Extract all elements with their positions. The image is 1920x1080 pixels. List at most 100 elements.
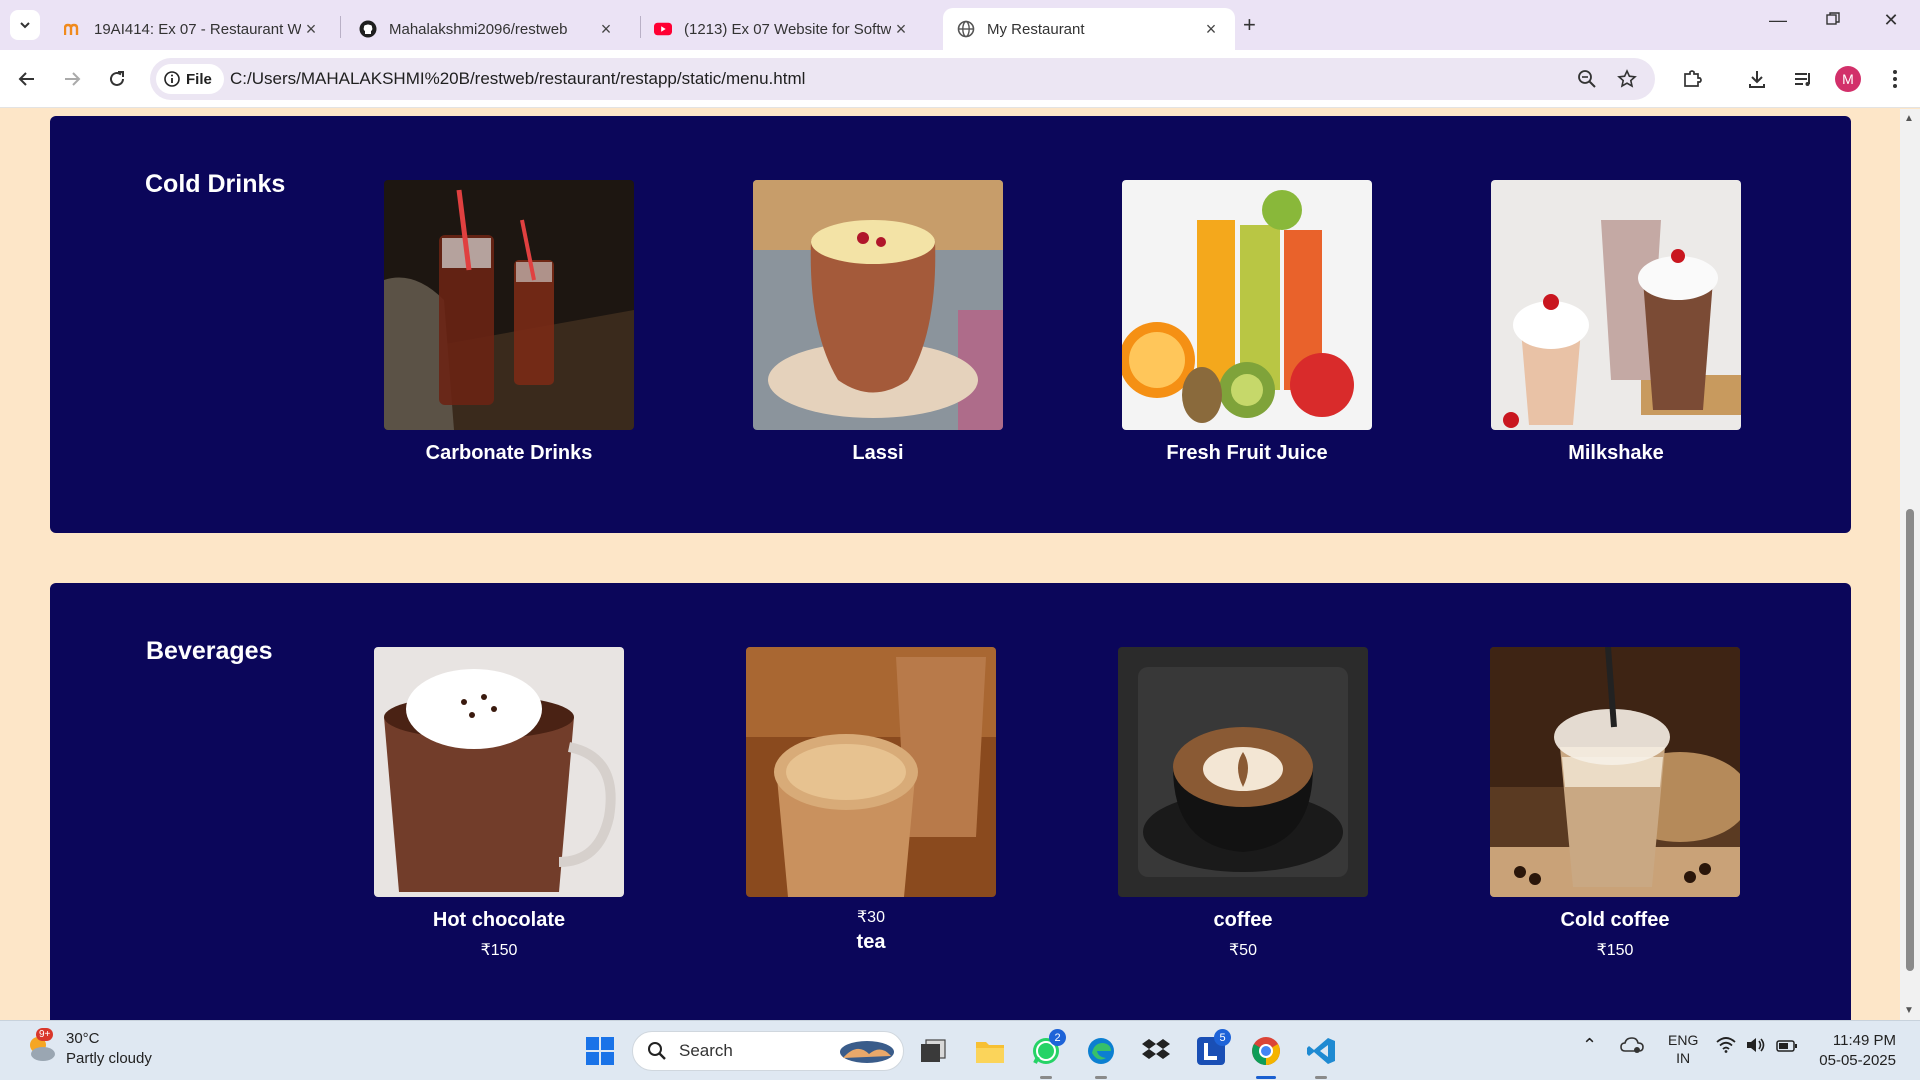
weather-condition: Partly cloudy xyxy=(66,1050,152,1067)
item-price: ₹150 xyxy=(1596,942,1634,959)
milkshake-image xyxy=(1491,180,1741,430)
hot-chocolate-image xyxy=(374,647,624,897)
taskbar-search[interactable]: Search xyxy=(632,1031,904,1071)
cold-coffee-image xyxy=(1490,647,1740,897)
page-viewport: Cold Drinks Carbonate Drinks Lassi Fresh… xyxy=(0,109,1900,1020)
profile-avatar[interactable]: M xyxy=(1835,66,1861,92)
search-placeholder: Search xyxy=(679,1041,733,1060)
star-icon[interactable] xyxy=(1614,66,1640,92)
youtube-icon xyxy=(654,20,672,38)
dropbox-button[interactable] xyxy=(1138,1033,1174,1069)
window-close-button[interactable]: ✕ xyxy=(1876,10,1906,31)
url-text[interactable]: C:/Users/MAHALAKSHMI%20B/restweb/restaur… xyxy=(230,69,805,89)
close-icon[interactable]: × xyxy=(1201,19,1221,40)
whatsapp-button[interactable]: 2 xyxy=(1028,1029,1066,1079)
new-tab-button[interactable]: + xyxy=(1243,12,1256,38)
chrome-button[interactable] xyxy=(1248,1033,1284,1079)
tab-title: 19AI414: Ex 07 - Restaurant Website xyxy=(94,20,301,38)
vscode-icon xyxy=(1307,1038,1335,1064)
zoom-icon[interactable] xyxy=(1574,66,1600,92)
download-icon[interactable] xyxy=(1742,64,1772,94)
menu-section-beverages: Beverages Hot chocolate ₹150 ₹30 tea cof… xyxy=(50,583,1851,1020)
system-clock[interactable]: 11:49 PM 05-05-2025 xyxy=(1812,1031,1896,1071)
task-view-icon xyxy=(921,1039,946,1062)
item-name: tea xyxy=(856,931,886,953)
show-hidden-icons-chevron-icon[interactable]: ⌃ xyxy=(1582,1035,1597,1056)
close-icon[interactable]: × xyxy=(301,19,321,40)
lassi-image xyxy=(753,180,1003,430)
file-label: File xyxy=(186,70,212,88)
coffee-image xyxy=(1118,647,1368,897)
onedrive-cloud-icon[interactable] xyxy=(1620,1035,1644,1058)
chevron-down-icon xyxy=(20,22,30,29)
item-name: Hot chocolate xyxy=(432,909,566,931)
menu-section-cold-drinks: Cold Drinks Carbonate Drinks Lassi Fresh… xyxy=(50,116,1851,533)
tab-title: My Restaurant xyxy=(987,20,1085,38)
tab-my-restaurant[interactable]: My Restaurant × xyxy=(943,8,1235,50)
address-bar[interactable]: File C:/Users/MAHALAKSHMI%20B/restweb/re… xyxy=(150,58,1655,100)
restore-button[interactable] xyxy=(1818,10,1848,31)
forward-button[interactable] xyxy=(57,64,87,94)
weather-temp: 30°C xyxy=(66,1030,100,1047)
tab-moodle[interactable]: 19AI414: Ex 07 - Restaurant Website × xyxy=(50,8,335,50)
minimize-button[interactable]: — xyxy=(1763,10,1793,31)
menu-item-cold-coffee[interactable]: Cold coffee ₹150 xyxy=(1490,647,1740,960)
item-price: ₹150 xyxy=(480,942,518,959)
menu-item-lassi[interactable]: Lassi xyxy=(753,180,1003,465)
browser-toolbar: File C:/Users/MAHALAKSHMI%20B/restweb/re… xyxy=(0,50,1920,108)
menu-item-carbonate-drinks[interactable]: Carbonate Drinks xyxy=(384,180,634,465)
carbonate-drinks-image xyxy=(384,180,634,430)
close-icon[interactable]: × xyxy=(891,19,911,40)
fresh-fruit-juice-image xyxy=(1122,180,1372,430)
menu-item-tea[interactable]: ₹30 tea xyxy=(746,647,996,954)
lens-app-button[interactable]: 5 xyxy=(1193,1029,1231,1069)
site-info-chip[interactable]: File xyxy=(156,64,224,94)
item-name: Cold coffee xyxy=(1560,909,1670,931)
page-scrollbar[interactable]: ▲ ▼ xyxy=(1900,109,1920,1020)
running-indicator xyxy=(1040,1076,1052,1079)
dropbox-icon xyxy=(1142,1039,1170,1059)
reload-button[interactable] xyxy=(102,64,132,94)
tab-search-button[interactable] xyxy=(10,10,40,40)
vscode-button[interactable] xyxy=(1303,1033,1339,1079)
tab-youtube[interactable]: (1213) Ex 07 Website for Software Compan… xyxy=(640,8,925,50)
close-icon[interactable]: × xyxy=(596,19,616,40)
extensions-icon[interactable] xyxy=(1677,64,1707,94)
item-price: ₹50 xyxy=(1229,942,1257,959)
weather-widget[interactable]: 9+ 30°C Partly cloudy xyxy=(24,1028,152,1069)
search-highlight-icon xyxy=(840,1041,894,1063)
edge-button[interactable] xyxy=(1083,1033,1119,1079)
battery-icon[interactable] xyxy=(1776,1039,1798,1055)
task-view-button[interactable] xyxy=(915,1033,951,1069)
tab-title: Mahalakshmi2096/restweb xyxy=(389,20,568,38)
language-code: ENG xyxy=(1668,1032,1699,1048)
arrow-left-icon xyxy=(18,72,34,86)
media-control-icon[interactable] xyxy=(1788,64,1818,94)
file-explorer-button[interactable] xyxy=(972,1033,1008,1069)
menu-item-fresh-fruit-juice[interactable]: Fresh Fruit Juice xyxy=(1122,180,1372,465)
section-title: Beverages xyxy=(146,637,273,665)
wifi-icon[interactable] xyxy=(1716,1037,1736,1056)
menu-item-coffee[interactable]: coffee ₹50 xyxy=(1118,647,1368,960)
start-button[interactable] xyxy=(585,1036,615,1066)
back-button[interactable] xyxy=(12,64,42,94)
search-icon xyxy=(648,1042,666,1060)
running-indicator xyxy=(1315,1076,1327,1079)
tab-strip: 19AI414: Ex 07 - Restaurant Website × Ma… xyxy=(0,0,1920,50)
scroll-down-arrow-icon[interactable]: ▼ xyxy=(1904,1005,1914,1016)
weather-badge: 9+ xyxy=(36,1028,54,1041)
language-indicator[interactable]: ENG IN xyxy=(1668,1031,1698,1067)
item-name: Lassi xyxy=(852,442,904,464)
tab-github[interactable]: Mahalakshmi2096/restweb × xyxy=(345,8,630,50)
menu-item-hot-chocolate[interactable]: Hot chocolate ₹150 xyxy=(374,647,624,960)
scroll-up-arrow-icon[interactable]: ▲ xyxy=(1904,113,1914,124)
scrollbar-thumb[interactable] xyxy=(1906,509,1914,971)
tab-title: (1213) Ex 07 Website for Software Compan… xyxy=(684,20,891,38)
menu-item-milkshake[interactable]: Milkshake xyxy=(1491,180,1741,465)
windows-taskbar: 9+ 30°C Partly cloudy Search 2 5 ⌃ ENG I… xyxy=(0,1020,1920,1080)
volume-icon[interactable] xyxy=(1746,1037,1766,1056)
kebab-menu-icon[interactable] xyxy=(1880,64,1910,94)
item-name: coffee xyxy=(1213,909,1273,931)
partly-cloudy-icon: 9+ xyxy=(24,1028,58,1066)
section-title: Cold Drinks xyxy=(145,170,286,198)
